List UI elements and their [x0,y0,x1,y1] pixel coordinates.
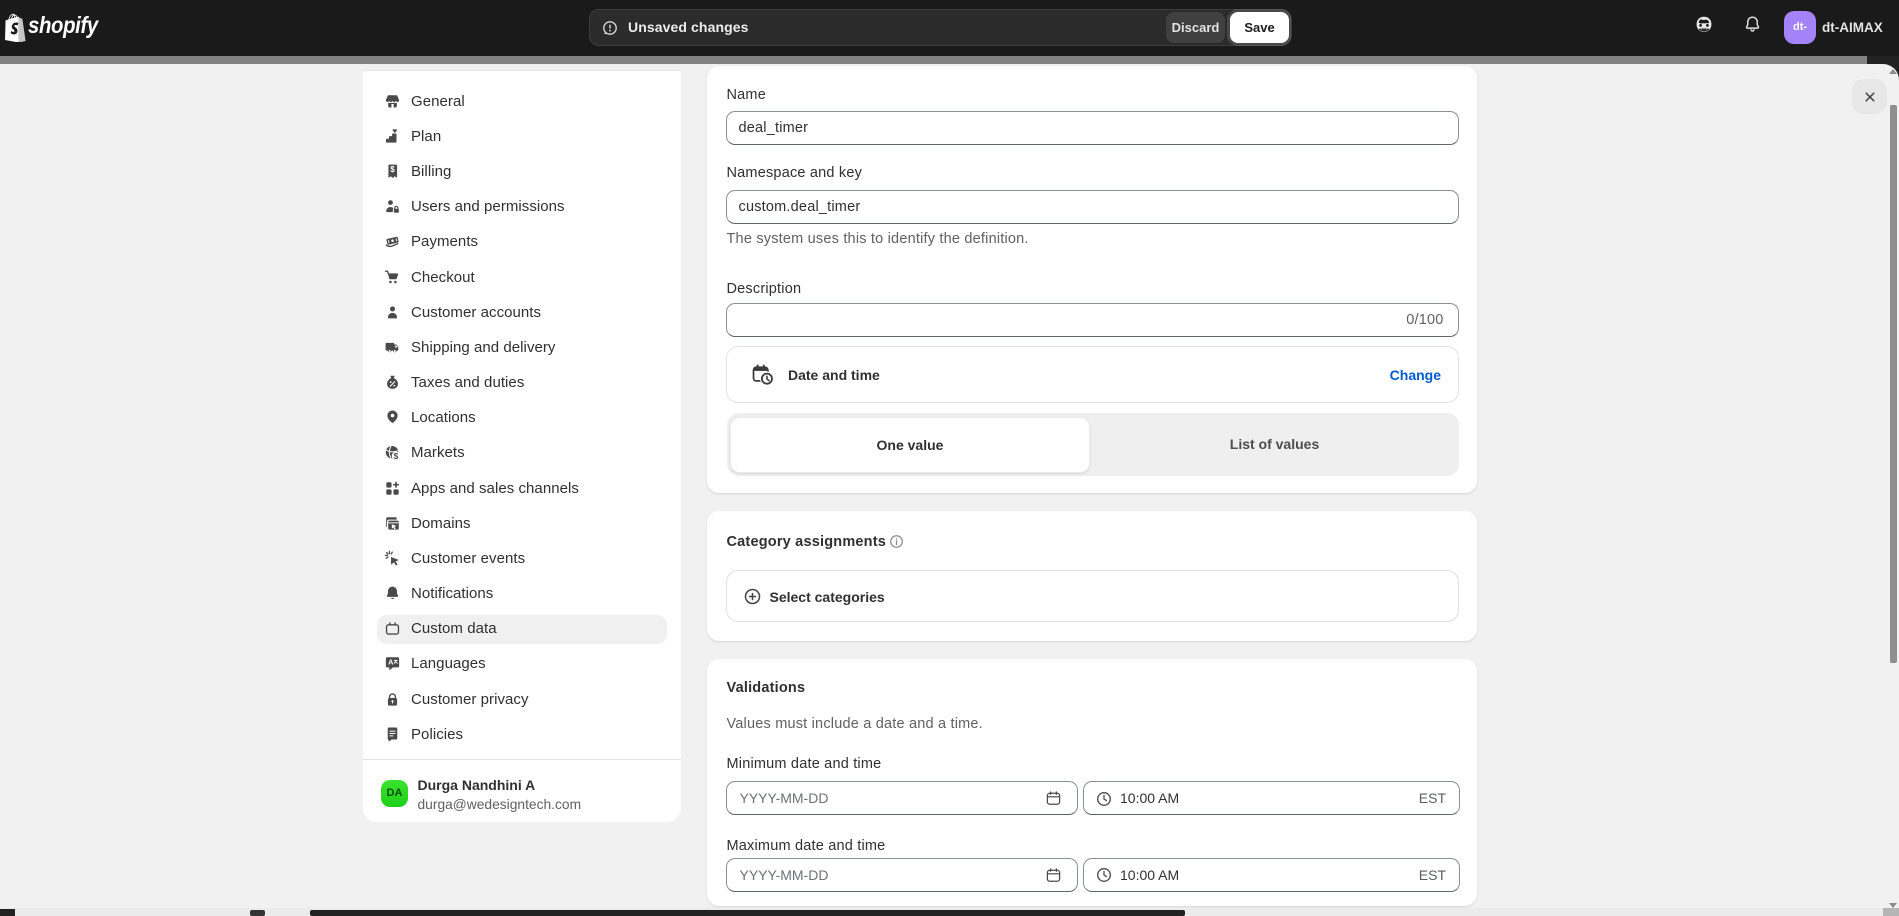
svg-text:$: $ [390,165,395,174]
svg-text:A: A [388,658,394,667]
svg-text:$: $ [394,451,399,461]
